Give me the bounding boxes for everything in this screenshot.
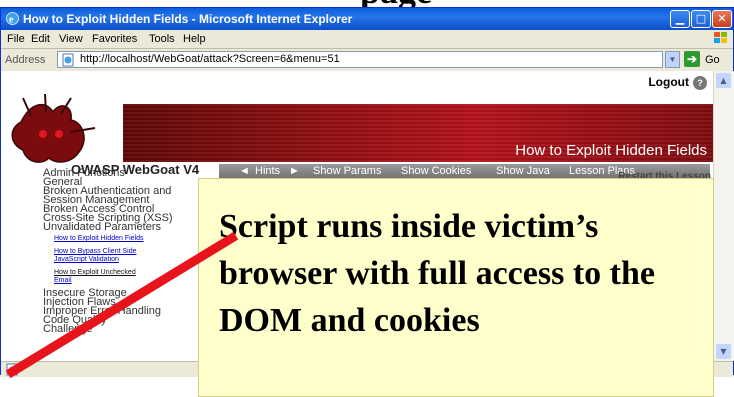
- windows-logo-icon: [714, 32, 727, 43]
- menu-category[interactable]: Unvalidated Parameters: [43, 221, 161, 233]
- address-url: http://localhost/WebGoat/attack?Screen=6…: [80, 53, 340, 65]
- go-button[interactable]: Go: [705, 54, 720, 66]
- address-label: Address: [5, 54, 46, 66]
- address-dropdown-arrow-icon[interactable]: ▼: [665, 51, 680, 68]
- help-icon[interactable]: ?: [693, 75, 707, 90]
- banner-red-strip: How to Exploit Hidden Fields: [123, 104, 713, 162]
- address-input[interactable]: http://localhost/WebGoat/attack?Screen=6…: [57, 51, 663, 68]
- internet-explorer-icon: e: [6, 12, 19, 26]
- menu-help[interactable]: Help: [183, 33, 206, 45]
- page-icon: [62, 53, 74, 67]
- window-title: How to Exploit Hidden Fields - Microsoft…: [23, 12, 353, 26]
- vertical-scrollbar[interactable]: ▲ ▼: [713, 71, 734, 361]
- status-page-icon: [6, 363, 18, 376]
- nav-show-cookies[interactable]: Show Cookies: [401, 165, 471, 177]
- go-arrow-icon[interactable]: ➔: [684, 51, 700, 67]
- close-button[interactable]: ✕: [712, 10, 732, 28]
- svg-text:e: e: [9, 15, 14, 26]
- callout-text: Script runs inside victim’s browser with…: [219, 208, 655, 339]
- menu-category[interactable]: Challenge: [43, 323, 93, 335]
- callout-box: Script runs inside victim’s browser with…: [198, 178, 714, 397]
- menu-view[interactable]: View: [59, 33, 83, 45]
- logout-label[interactable]: Logout: [648, 75, 689, 89]
- maximize-button[interactable]: □: [691, 10, 711, 28]
- scroll-down-icon[interactable]: ▼: [716, 344, 731, 359]
- hints-next-icon[interactable]: ►: [289, 165, 300, 177]
- lesson-banner-title: How to Exploit Hidden Fields: [515, 142, 707, 159]
- minimize-button[interactable]: ▁: [670, 10, 690, 28]
- menu-tools[interactable]: Tools: [149, 33, 175, 45]
- scroll-up-icon[interactable]: ▲: [716, 73, 731, 88]
- nav-hints[interactable]: Hints: [255, 165, 280, 177]
- nav-show-java[interactable]: Show Java: [496, 165, 550, 177]
- menu-bar: File Edit View Favorites Tools Help: [1, 30, 733, 49]
- address-bar: Address http://localhost/WebGoat/attack?…: [1, 49, 733, 72]
- lesson-link[interactable]: Email: [54, 276, 72, 285]
- lesson-link[interactable]: JavaScript Validation: [54, 255, 119, 264]
- menu-favorites[interactable]: Favorites: [92, 33, 137, 45]
- logout-link[interactable]: Logout?: [648, 75, 707, 90]
- nav-show-params[interactable]: Show Params: [313, 165, 381, 177]
- title-bar: e How to Exploit Hidden Fields - Microso…: [1, 8, 733, 30]
- menu-file[interactable]: File: [7, 33, 25, 45]
- hints-prev-icon[interactable]: ◄: [239, 165, 250, 177]
- menu-edit[interactable]: Edit: [31, 33, 50, 45]
- lesson-link[interactable]: How to Exploit Hidden Fields: [54, 234, 144, 243]
